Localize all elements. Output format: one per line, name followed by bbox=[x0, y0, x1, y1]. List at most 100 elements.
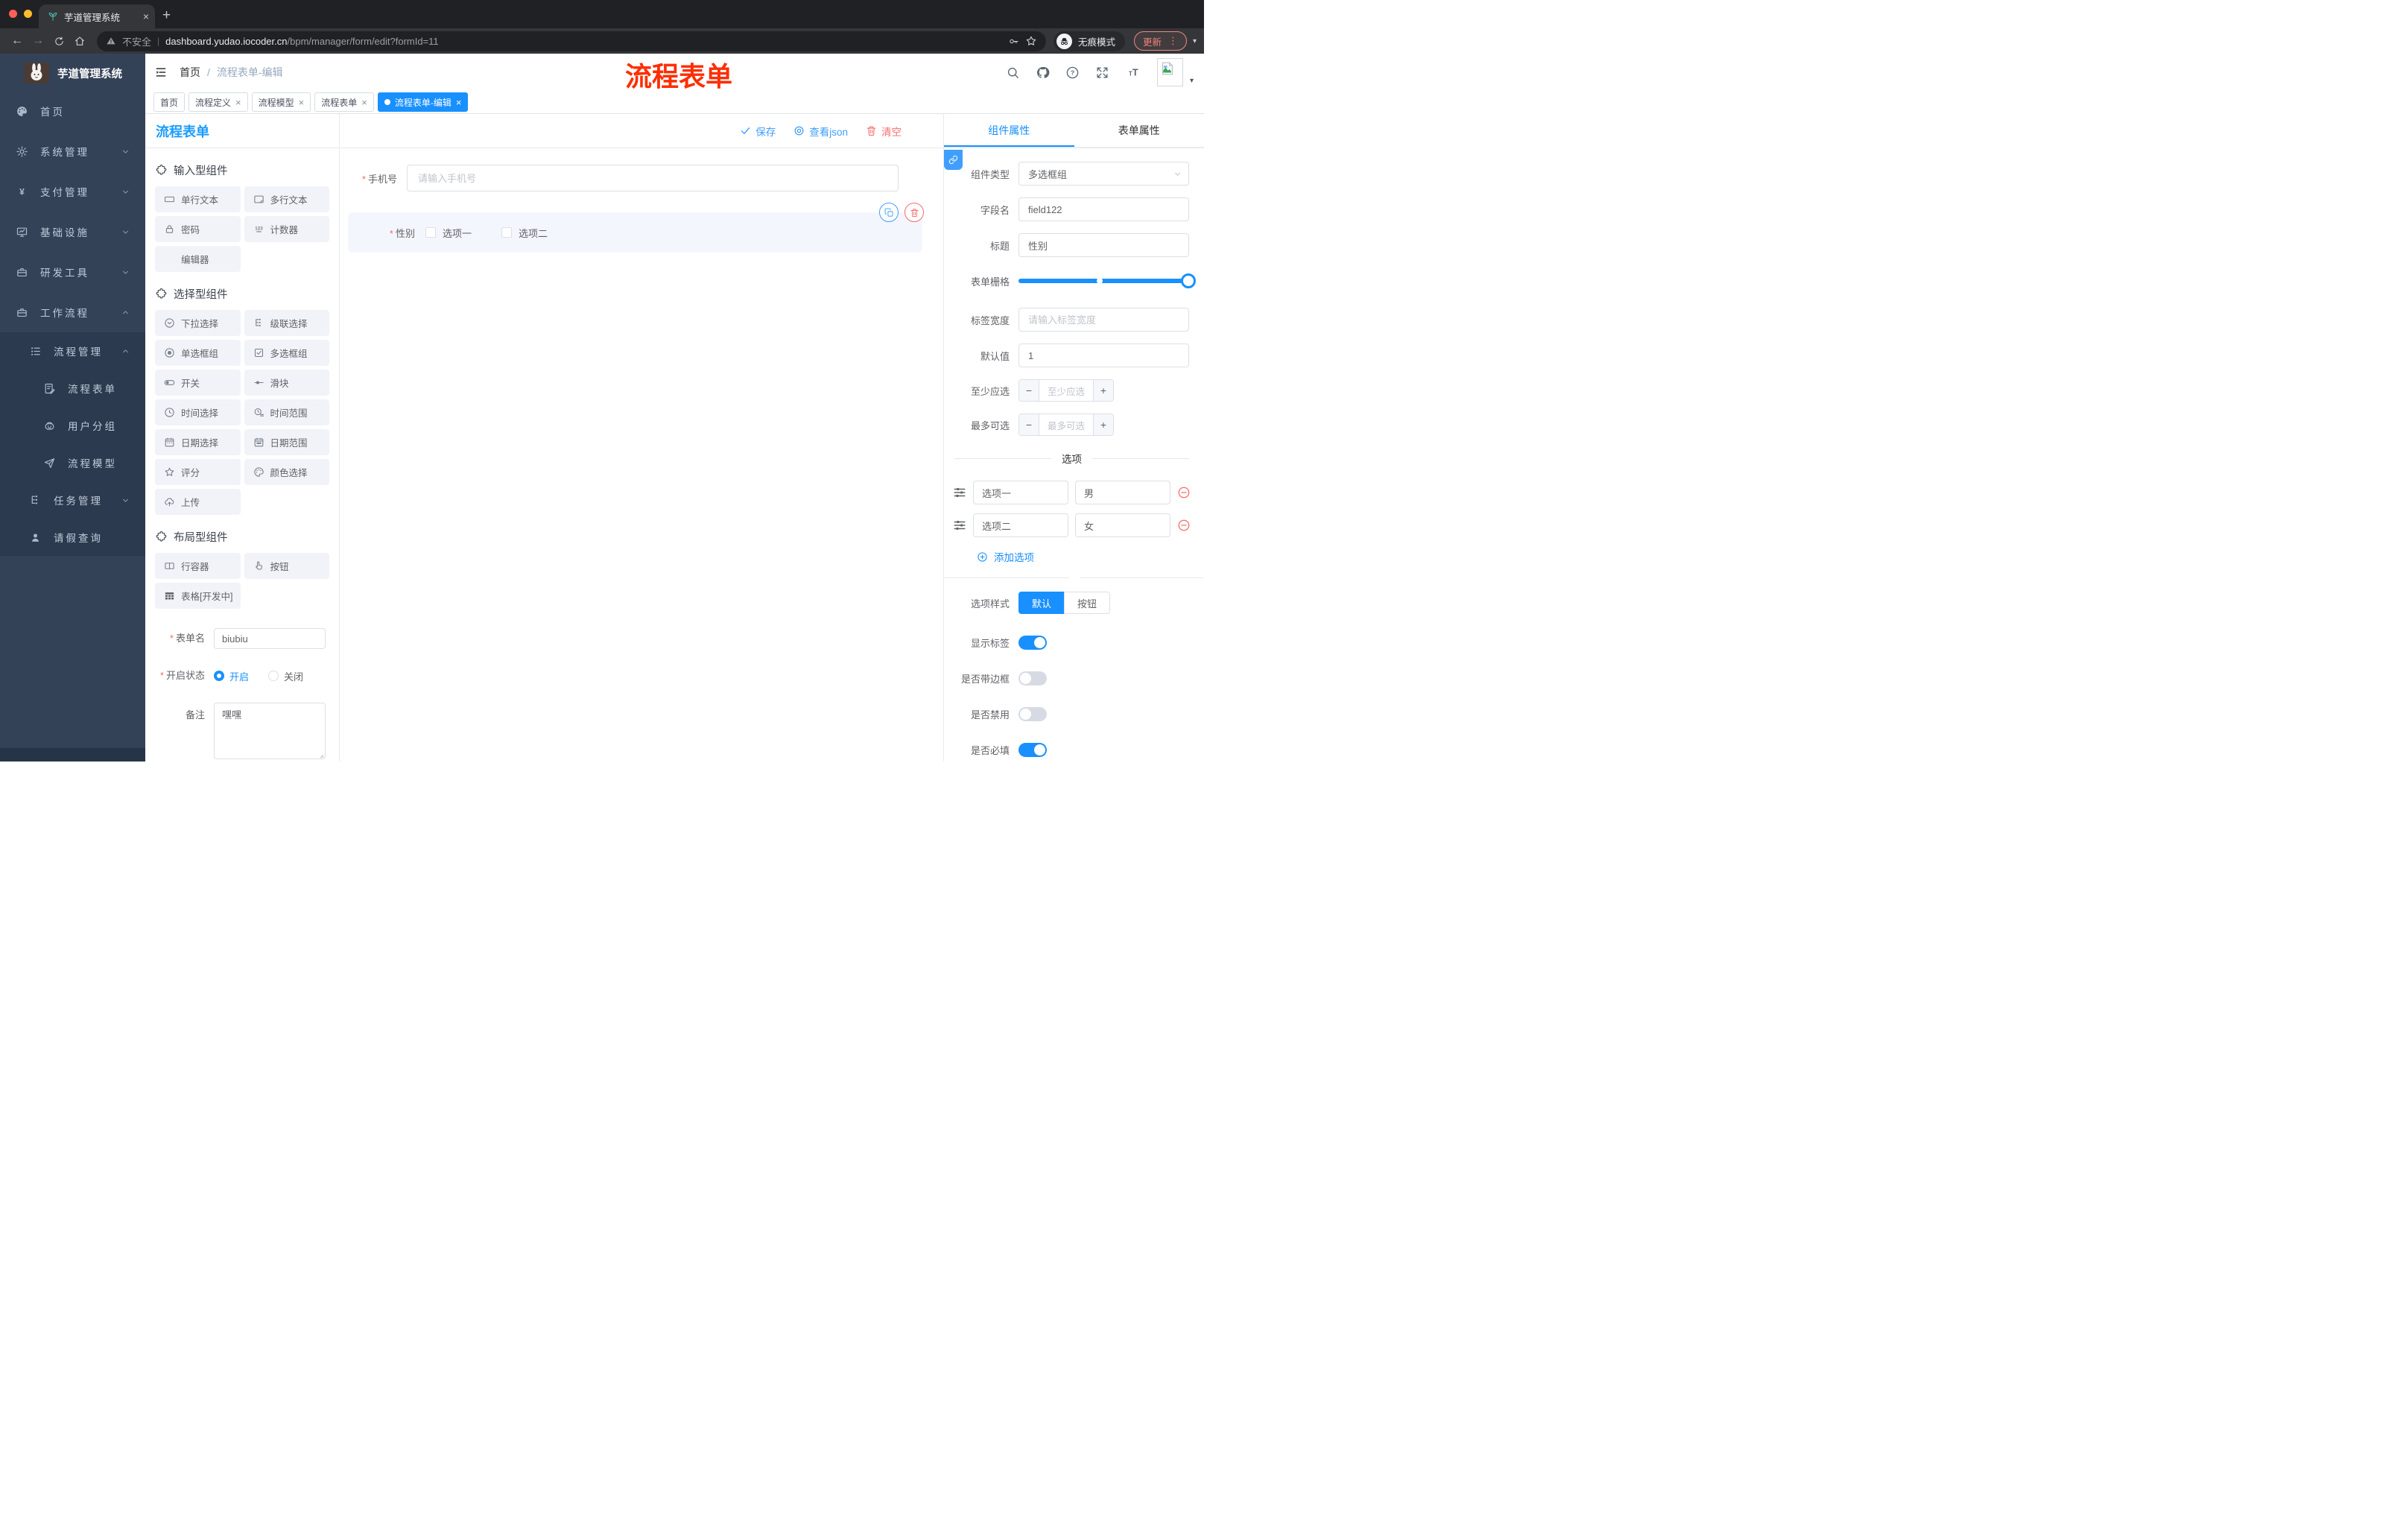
style-default-button[interactable]: 默认 bbox=[1018, 592, 1065, 614]
search-icon[interactable] bbox=[1006, 66, 1020, 80]
stepper-increase-button[interactable]: + bbox=[1093, 414, 1113, 435]
avatar[interactable] bbox=[1156, 58, 1183, 86]
checkbox-box[interactable] bbox=[501, 227, 513, 238]
tag-close-icon[interactable]: × bbox=[299, 97, 305, 108]
slider-track[interactable] bbox=[1018, 273, 1196, 288]
chip-upload[interactable]: 上传 bbox=[155, 489, 241, 515]
save-button[interactable]: 保存 bbox=[740, 124, 776, 139]
show-label-toggle[interactable] bbox=[1018, 636, 1047, 650]
checkbox-box[interactable] bbox=[425, 227, 436, 238]
grid-slider[interactable] bbox=[1018, 269, 1196, 293]
sidebar-item-system[interactable]: 系统管理 bbox=[0, 131, 145, 171]
hamburger-icon[interactable] bbox=[148, 60, 174, 85]
font-size-icon[interactable] bbox=[1125, 66, 1141, 80]
form-remark-textarea[interactable]: 嘿嘿 bbox=[214, 703, 326, 759]
chip-table[interactable]: 表格[开发中] bbox=[155, 583, 241, 609]
drag-handle-icon[interactable] bbox=[953, 486, 966, 499]
home-button[interactable] bbox=[70, 31, 89, 51]
tag-close-icon[interactable]: × bbox=[235, 97, 241, 108]
avatar-caret-icon[interactable]: ▾ bbox=[1190, 77, 1194, 85]
component-type-select[interactable]: 多选框组 bbox=[1018, 162, 1189, 186]
chip-time-picker[interactable]: 时间选择 bbox=[155, 399, 241, 425]
max-select-value[interactable]: 最多可选 bbox=[1039, 414, 1093, 435]
tag-process-form-edit[interactable]: 流程表单-编辑 × bbox=[377, 92, 469, 112]
chip-single-line-text[interactable]: 单行文本 bbox=[155, 186, 241, 212]
sidebar-item-devtools[interactable]: 研发工具 bbox=[0, 252, 145, 292]
tab-close-icon[interactable]: × bbox=[143, 10, 149, 22]
chip-dropdown[interactable]: 下拉选择 bbox=[155, 310, 241, 336]
checkbox-option-1[interactable]: 选项一 bbox=[425, 226, 472, 240]
sidebar-collapse-strip[interactable] bbox=[0, 748, 145, 762]
minimize-window-button[interactable] bbox=[24, 10, 32, 18]
bookmark-star-icon[interactable] bbox=[1025, 35, 1037, 47]
stepper-decrease-button[interactable]: − bbox=[1019, 414, 1039, 435]
github-icon[interactable] bbox=[1036, 66, 1050, 80]
help-icon[interactable] bbox=[1065, 66, 1080, 80]
back-button[interactable]: ← bbox=[7, 31, 27, 51]
chip-counter[interactable]: 计数器 bbox=[244, 216, 329, 242]
update-button[interactable]: 更新 ⋮ bbox=[1133, 31, 1187, 51]
default-value-input[interactable] bbox=[1018, 343, 1189, 367]
duplicate-component-button[interactable] bbox=[879, 203, 899, 222]
slider-handle[interactable] bbox=[1181, 273, 1196, 288]
style-button-button[interactable]: 按钮 bbox=[1064, 592, 1111, 614]
delete-component-button[interactable] bbox=[904, 203, 924, 222]
chip-checkbox-group[interactable]: 多选框组 bbox=[244, 340, 329, 366]
form-name-input[interactable] bbox=[214, 628, 326, 649]
checkbox-option-2[interactable]: 选项二 bbox=[501, 226, 548, 240]
chip-rate[interactable]: 评分 bbox=[155, 459, 241, 485]
title-input[interactable] bbox=[1018, 233, 1189, 257]
stepper-decrease-button[interactable]: − bbox=[1019, 380, 1039, 401]
collapse-handle[interactable] bbox=[944, 150, 963, 170]
chip-multi-line-text[interactable]: 多行文本 bbox=[244, 186, 329, 212]
drag-handle-icon[interactable] bbox=[953, 519, 966, 532]
chip-cascader[interactable]: 级联选择 bbox=[244, 310, 329, 336]
sidebar-item-leave-query[interactable]: 请假查询 bbox=[0, 519, 145, 556]
sidebar-item-process-mgmt[interactable]: 流程管理 bbox=[0, 332, 145, 370]
forward-button[interactable]: → bbox=[28, 31, 48, 51]
add-option-button[interactable]: 添加选项 bbox=[977, 549, 1204, 564]
sidebar-item-task-mgmt[interactable]: 任务管理 bbox=[0, 481, 145, 519]
sidebar-item-process-form[interactable]: 流程表单 bbox=[0, 370, 145, 407]
border-toggle[interactable] bbox=[1018, 671, 1047, 685]
chip-switch[interactable]: 开关 bbox=[155, 370, 241, 396]
fullscreen-icon[interactable] bbox=[1095, 66, 1109, 80]
toolbar-caret-icon[interactable]: ▾ bbox=[1193, 37, 1197, 45]
reload-button[interactable] bbox=[49, 31, 69, 51]
password-key-icon[interactable] bbox=[1008, 36, 1019, 47]
breadcrumb-home[interactable]: 首页 bbox=[180, 65, 200, 80]
tag-process-definition[interactable]: 流程定义 × bbox=[188, 92, 248, 112]
tab-form-props[interactable]: 表单属性 bbox=[1074, 114, 1205, 147]
new-tab-button[interactable]: + bbox=[162, 4, 171, 27]
radio-open[interactable]: 开启 bbox=[214, 669, 249, 683]
chip-time-range[interactable]: 时间范围 bbox=[244, 399, 329, 425]
sidebar-item-home[interactable]: 首页 bbox=[0, 91, 145, 131]
browser-tab[interactable]: 芋道管理系统 × bbox=[39, 4, 155, 28]
sidebar-item-workflow[interactable]: 工作流程 bbox=[0, 292, 145, 332]
sidebar-item-user-group[interactable]: 用户分组 bbox=[0, 407, 145, 444]
tag-process-form[interactable]: 流程表单 × bbox=[314, 92, 374, 112]
chip-editor[interactable]: 编辑器 bbox=[155, 246, 241, 272]
phone-input[interactable] bbox=[407, 165, 899, 191]
option-2-value-input[interactable] bbox=[1075, 513, 1170, 537]
radio-closed[interactable]: 关闭 bbox=[268, 669, 303, 683]
chip-date-picker[interactable]: 日期选择 bbox=[155, 429, 241, 455]
close-window-button[interactable] bbox=[9, 10, 17, 18]
browser-menu-icon[interactable]: ⋮ bbox=[1168, 35, 1178, 47]
sidebar-item-payment[interactable]: 支付管理 bbox=[0, 171, 145, 212]
option-2-name-input[interactable] bbox=[973, 513, 1068, 537]
chip-row-container[interactable]: 行容器 bbox=[155, 553, 241, 579]
chip-radio-group[interactable]: 单选框组 bbox=[155, 340, 241, 366]
canvas-field-phone[interactable]: * 手机号 bbox=[340, 165, 943, 191]
required-toggle[interactable] bbox=[1018, 743, 1047, 757]
tag-process-model[interactable]: 流程模型 × bbox=[251, 92, 311, 112]
chip-button[interactable]: 按钮 bbox=[244, 553, 329, 579]
remove-option-icon[interactable] bbox=[1177, 519, 1191, 532]
stepper-increase-button[interactable]: + bbox=[1093, 380, 1113, 401]
chip-slider[interactable]: 滑块 bbox=[244, 370, 329, 396]
remove-option-icon[interactable] bbox=[1177, 486, 1191, 499]
clear-button[interactable]: 清空 bbox=[866, 124, 902, 139]
tag-close-icon[interactable]: × bbox=[456, 97, 462, 108]
resize-grip-icon[interactable] bbox=[317, 751, 324, 759]
tag-close-icon[interactable]: × bbox=[361, 97, 367, 108]
